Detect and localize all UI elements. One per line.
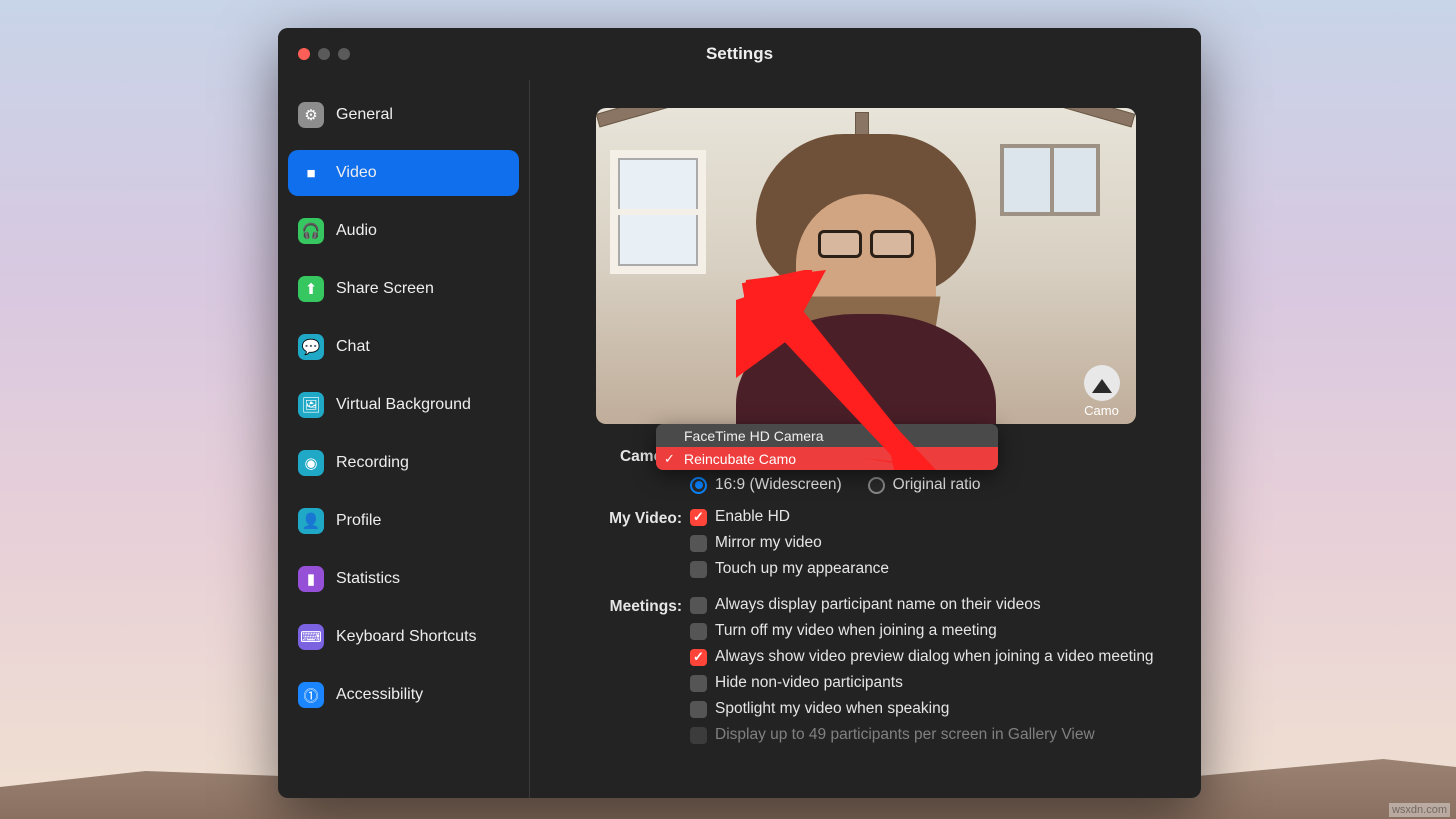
checkbox-label: Hide non-video participants bbox=[715, 674, 903, 692]
dropdown-option-label: FaceTime HD Camera bbox=[684, 428, 824, 444]
picture-icon: 🖼 bbox=[298, 392, 324, 418]
sidebar-item-profile[interactable]: 👤 Profile bbox=[288, 498, 519, 544]
minimize-button[interactable] bbox=[318, 48, 330, 60]
checkbox-label: Enable HD bbox=[715, 508, 790, 526]
settings-window: Settings ⚙ General ■ Video 🎧 Audio ⬆ Sha… bbox=[278, 28, 1201, 798]
camo-watermark: Camo bbox=[1084, 365, 1120, 418]
sidebar-item-label: Video bbox=[336, 164, 377, 182]
sidebar-item-label: Share Screen bbox=[336, 280, 434, 298]
checkbox-touch-up[interactable] bbox=[690, 561, 707, 578]
sidebar-item-label: General bbox=[336, 106, 393, 124]
sidebar-item-share-screen[interactable]: ⬆ Share Screen bbox=[288, 266, 519, 312]
sidebar: ⚙ General ■ Video 🎧 Audio ⬆ Share Screen… bbox=[278, 80, 530, 798]
headphones-icon: 🎧 bbox=[298, 218, 324, 244]
checkbox-label: Mirror my video bbox=[715, 534, 822, 552]
window-title: Settings bbox=[278, 44, 1201, 64]
checkbox-turn-off-video[interactable] bbox=[690, 623, 707, 640]
gear-icon: ⚙ bbox=[298, 102, 324, 128]
checkbox-mirror-video[interactable] bbox=[690, 535, 707, 552]
checkbox-video-preview-dialog[interactable] bbox=[690, 649, 707, 666]
bars-icon: ▮ bbox=[298, 566, 324, 592]
camo-icon bbox=[1084, 365, 1120, 401]
room-skylight bbox=[1000, 144, 1100, 216]
sidebar-item-virtual-background[interactable]: 🖼 Virtual Background bbox=[288, 382, 519, 428]
camera-dropdown[interactable]: FaceTime HD Camera ✓ Reincubate Camo bbox=[656, 424, 998, 474]
sidebar-item-general[interactable]: ⚙ General bbox=[288, 92, 519, 138]
person-in-preview bbox=[736, 184, 996, 424]
radio-label: Original ratio bbox=[893, 476, 981, 494]
sidebar-item-label: Statistics bbox=[336, 570, 400, 588]
checkbox-49-participants bbox=[690, 727, 707, 744]
checkbox-spotlight[interactable] bbox=[690, 701, 707, 718]
room-window bbox=[610, 150, 706, 274]
check-icon: ✓ bbox=[664, 451, 675, 467]
checkbox-hide-nonvideo[interactable] bbox=[690, 675, 707, 692]
record-icon: ◉ bbox=[298, 450, 324, 476]
sidebar-item-chat[interactable]: 💬 Chat bbox=[288, 324, 519, 370]
camo-label: Camo bbox=[1084, 403, 1119, 418]
video-icon: ■ bbox=[298, 160, 324, 186]
titlebar: Settings bbox=[278, 28, 1201, 80]
checkbox-label: Always display participant name on their… bbox=[715, 596, 1041, 614]
dropdown-option-label: Reincubate Camo bbox=[684, 451, 796, 467]
checkbox-label: Always show video preview dialog when jo… bbox=[715, 648, 1154, 666]
sidebar-item-video[interactable]: ■ Video bbox=[288, 150, 519, 196]
main-panel: Camo Camera: 16:9 (Widescreen) Original … bbox=[530, 80, 1201, 798]
radio-16-9[interactable] bbox=[690, 477, 707, 494]
sidebar-item-label: Virtual Background bbox=[336, 396, 471, 414]
my-video-label: My Video: bbox=[566, 508, 684, 578]
checkbox-label: Turn off my video when joining a meeting bbox=[715, 622, 997, 640]
sidebar-item-recording[interactable]: ◉ Recording bbox=[288, 440, 519, 486]
sidebar-item-keyboard-shortcuts[interactable]: ⌨ Keyboard Shortcuts bbox=[288, 614, 519, 660]
checkbox-enable-hd[interactable] bbox=[690, 509, 707, 526]
close-button[interactable] bbox=[298, 48, 310, 60]
checkbox-label: Touch up my appearance bbox=[715, 560, 889, 578]
sidebar-item-audio[interactable]: 🎧 Audio bbox=[288, 208, 519, 254]
radio-original-ratio[interactable] bbox=[868, 477, 885, 494]
video-settings-form: Camera: 16:9 (Widescreen) Original ratio… bbox=[566, 446, 1165, 744]
maximize-button[interactable] bbox=[338, 48, 350, 60]
camera-dropdown-menu: FaceTime HD Camera ✓ Reincubate Camo bbox=[656, 424, 998, 470]
sidebar-item-label: Accessibility bbox=[336, 686, 423, 704]
window-content: ⚙ General ■ Video 🎧 Audio ⬆ Share Screen… bbox=[278, 80, 1201, 798]
chat-icon: 💬 bbox=[298, 334, 324, 360]
sidebar-item-label: Audio bbox=[336, 222, 377, 240]
dropdown-option-reincubate-camo[interactable]: ✓ Reincubate Camo bbox=[656, 447, 998, 470]
keyboard-icon: ⌨ bbox=[298, 624, 324, 650]
radio-label: 16:9 (Widescreen) bbox=[715, 476, 842, 494]
share-screen-icon: ⬆ bbox=[298, 276, 324, 302]
sidebar-item-accessibility[interactable]: ⓵ Accessibility bbox=[288, 672, 519, 718]
person-icon: 👤 bbox=[298, 508, 324, 534]
checkbox-label: Display up to 49 participants per screen… bbox=[715, 726, 1095, 744]
accessibility-icon: ⓵ bbox=[298, 682, 324, 708]
checkbox-label: Spotlight my video when speaking bbox=[715, 700, 949, 718]
meetings-label: Meetings: bbox=[566, 596, 684, 744]
sidebar-item-statistics[interactable]: ▮ Statistics bbox=[288, 556, 519, 602]
sidebar-item-label: Profile bbox=[336, 512, 381, 530]
video-preview: Camo bbox=[596, 108, 1136, 424]
sidebar-item-label: Chat bbox=[336, 338, 370, 356]
image-watermark: wsxdn.com bbox=[1389, 803, 1450, 817]
window-controls bbox=[298, 48, 350, 60]
sidebar-item-label: Keyboard Shortcuts bbox=[336, 628, 477, 646]
sidebar-item-label: Recording bbox=[336, 454, 409, 472]
dropdown-option-facetime[interactable]: FaceTime HD Camera bbox=[656, 424, 998, 447]
checkbox-display-names[interactable] bbox=[690, 597, 707, 614]
